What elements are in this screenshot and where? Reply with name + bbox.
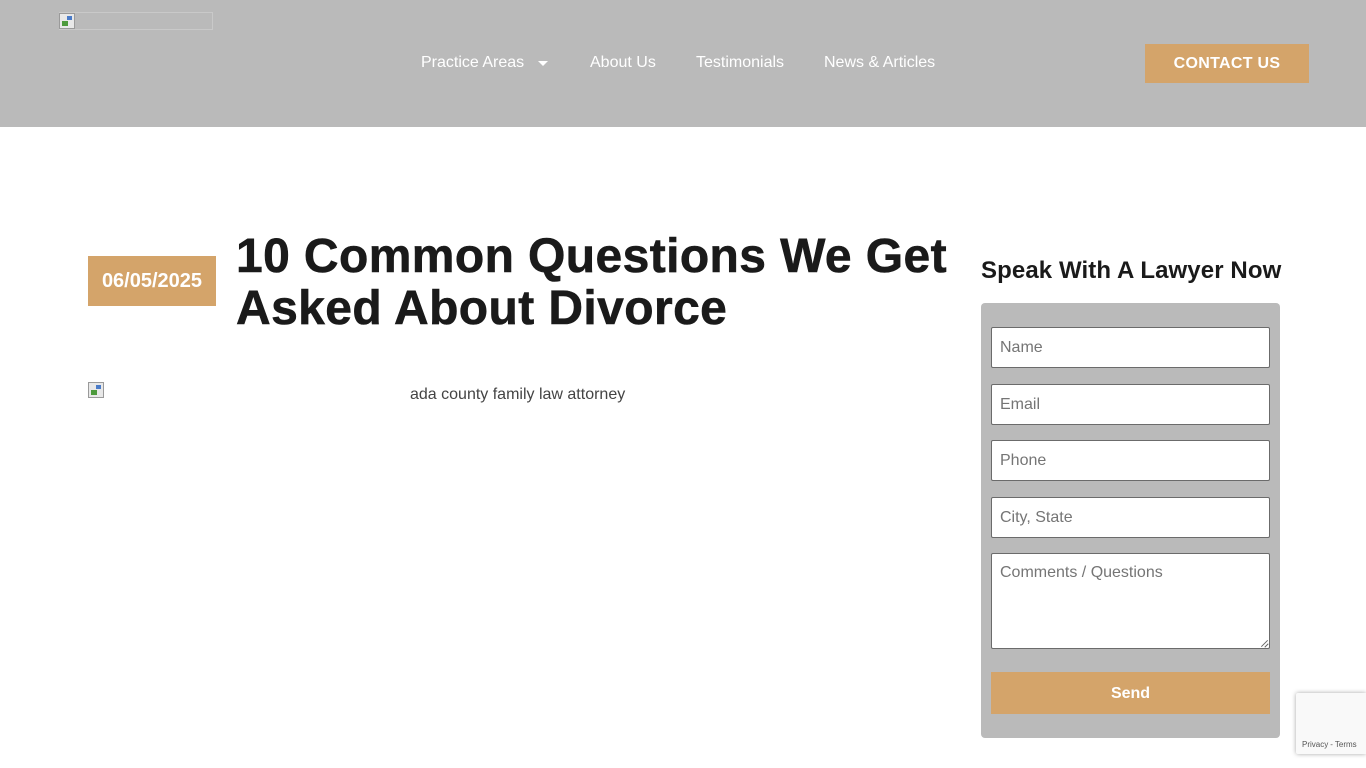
post-date-badge: 06/05/2025 (88, 256, 216, 306)
site-header: Practice Areas About Us Testimonials New… (0, 0, 1366, 127)
comments-field[interactable] (991, 553, 1270, 649)
nav-news-articles[interactable]: News & Articles (824, 52, 935, 74)
recaptcha-separator: - (1330, 740, 1333, 749)
recaptcha-badge[interactable]: Privacy - Terms (1296, 693, 1366, 754)
broken-image-icon (88, 382, 104, 398)
city-state-field[interactable] (991, 497, 1270, 538)
recaptcha-links: Privacy - Terms (1302, 740, 1357, 750)
recaptcha-terms-link[interactable]: Terms (1335, 740, 1357, 749)
contact-us-button[interactable]: CONTACT US (1145, 44, 1309, 83)
send-button[interactable]: Send (991, 672, 1270, 714)
contact-form: Send (981, 303, 1280, 738)
site-logo[interactable] (59, 12, 213, 30)
name-field[interactable] (991, 327, 1270, 368)
article-title: 10 Common Questions We Get Asked About D… (236, 230, 947, 335)
nav-about-us[interactable]: About Us (590, 52, 656, 74)
image-alt-text: ada county family law attorney (410, 386, 626, 403)
nav-practice-areas[interactable]: Practice Areas (421, 52, 524, 74)
recaptcha-privacy-link[interactable]: Privacy (1302, 740, 1328, 749)
sidebar-form-title: Speak With A Lawyer Now (981, 257, 1282, 284)
nav-testimonials[interactable]: Testimonials (696, 52, 784, 74)
article-featured-image: ada county family law attorney (88, 382, 948, 422)
broken-image-icon (59, 13, 75, 29)
chevron-down-icon[interactable] (538, 61, 548, 66)
resize-handle-icon[interactable] (1260, 639, 1268, 647)
email-field[interactable] (991, 384, 1270, 425)
phone-field[interactable] (991, 440, 1270, 481)
